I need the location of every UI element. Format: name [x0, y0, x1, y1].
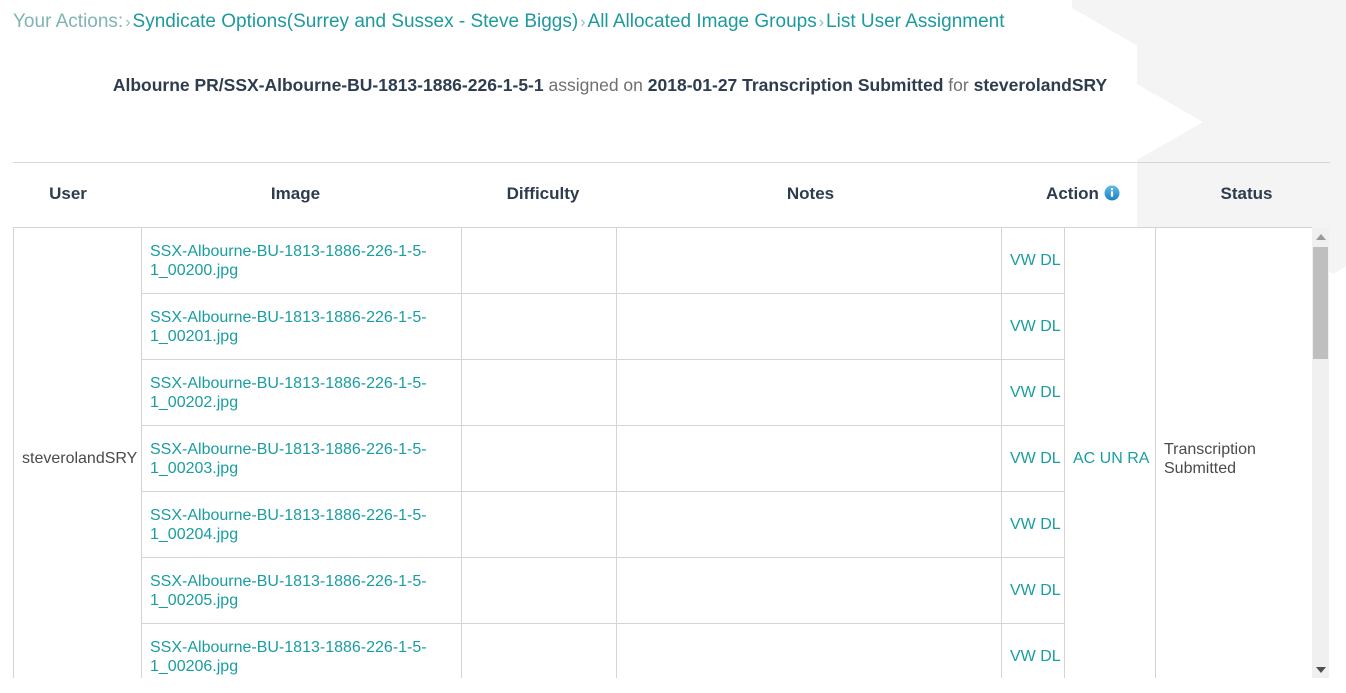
cell-notes: [616, 227, 1002, 294]
image-link[interactable]: SSX-Albourne-BU-1813-1886-226-1-5-1_0020…: [150, 639, 427, 675]
column-header-action: Action: [1003, 183, 1163, 207]
cell-status: Transcription Submitted: [1155, 227, 1312, 678]
cell-notes: [616, 557, 1002, 624]
assignment-table: steverolandSRY SSX-Albourne-BU-1813-1886…: [13, 227, 1312, 678]
scrollbar-thumb[interactable]: [1313, 247, 1328, 359]
image-link[interactable]: SSX-Albourne-BU-1813-1886-226-1-5-1_0020…: [150, 441, 427, 477]
cell-difficulty: [461, 359, 617, 426]
row-action-links[interactable]: VW DL: [1010, 252, 1061, 269]
row-action-links[interactable]: VW DL: [1010, 648, 1061, 665]
cell-difficulty: [461, 491, 617, 558]
column-header-difficulty: Difficulty: [506, 184, 580, 203]
cell-user: steverolandSRY: [13, 227, 142, 678]
cell-image: SSX-Albourne-BU-1813-1886-226-1-5-1_0020…: [141, 623, 462, 678]
cell-notes: [616, 623, 1002, 678]
row-action-links[interactable]: VW DL: [1010, 384, 1061, 401]
page-title-for: for: [948, 75, 969, 95]
image-link[interactable]: SSX-Albourne-BU-1813-1886-226-1-5-1_0020…: [150, 243, 427, 279]
table-column-headers: User Image Difficulty Notes Action Statu…: [13, 163, 1330, 226]
cell-row-actions: VW DL: [1001, 623, 1065, 678]
cell-row-actions: VW DL: [1001, 227, 1065, 294]
column-header-action-label: Action: [1046, 184, 1099, 203]
cell-difficulty: [461, 227, 617, 294]
page-title-assigned-on: assigned on: [548, 75, 643, 95]
breadcrumb-root-label: Your Actions:: [13, 11, 124, 32]
row-action-links[interactable]: VW DL: [1010, 318, 1061, 335]
cell-image: SSX-Albourne-BU-1813-1886-226-1-5-1_0020…: [141, 491, 462, 558]
row-action-links[interactable]: VW DL: [1010, 450, 1061, 467]
table-vertical-scrollbar[interactable]: [1312, 228, 1329, 678]
cell-image: SSX-Albourne-BU-1813-1886-226-1-5-1_0020…: [141, 293, 462, 360]
table-row: steverolandSRY SSX-Albourne-BU-1813-1886…: [13, 227, 1312, 678]
cell-notes: [616, 425, 1002, 492]
breadcrumb-separator: ›: [125, 14, 131, 31]
cell-difficulty: [461, 425, 617, 492]
breadcrumb-separator: ›: [818, 14, 825, 31]
row-action-links[interactable]: VW DL: [1010, 582, 1061, 599]
status-text: Transcription Submitted: [1164, 440, 1256, 477]
cell-image: SSX-Albourne-BU-1813-1886-226-1-5-1_0020…: [141, 557, 462, 624]
column-header-status: Status: [1220, 184, 1273, 203]
column-header-user: User: [49, 184, 87, 203]
cell-notes: [616, 491, 1002, 558]
image-link[interactable]: SSX-Albourne-BU-1813-1886-226-1-5-1_0020…: [150, 375, 427, 411]
image-link[interactable]: SSX-Albourne-BU-1813-1886-226-1-5-1_0020…: [150, 507, 427, 543]
cell-difficulty: [461, 293, 617, 360]
cell-notes: [616, 293, 1002, 360]
cell-row-actions: VW DL: [1001, 491, 1065, 558]
assignment-table-body: steverolandSRY SSX-Albourne-BU-1813-1886…: [13, 227, 1312, 678]
cell-group-actions: AC UN RA: [1064, 227, 1156, 678]
group-action-links[interactable]: AC UN RA: [1073, 450, 1149, 467]
page-root: Your Actions: › Syndicate Options(Surrey a…: [0, 0, 1346, 693]
cell-difficulty: [461, 623, 617, 678]
page-title-user: steverolandSRY: [973, 75, 1108, 95]
breadcrumb-link-syndicate-options[interactable]: Syndicate Options(Surrey and Sussex - St…: [133, 11, 579, 32]
page-title-date-status: 2018-01-27 Transcription Submitted: [647, 75, 944, 95]
cell-difficulty: [461, 557, 617, 624]
cell-image: SSX-Albourne-BU-1813-1886-226-1-5-1_0020…: [141, 425, 462, 492]
cell-row-actions: VW DL: [1001, 293, 1065, 360]
breadcrumb-separator: ›: [580, 14, 586, 31]
column-header-notes: Notes: [786, 184, 835, 203]
image-link[interactable]: SSX-Albourne-BU-1813-1886-226-1-5-1_0020…: [150, 573, 427, 609]
breadcrumb-link-list-user-assignment[interactable]: List User Assignment: [826, 11, 1004, 32]
scroll-up-arrow-icon[interactable]: [1312, 228, 1329, 245]
cell-image: SSX-Albourne-BU-1813-1886-226-1-5-1_0020…: [141, 227, 462, 294]
column-header-image: Image: [270, 184, 321, 203]
assignment-table-scroll-region[interactable]: steverolandSRY SSX-Albourne-BU-1813-1886…: [13, 227, 1312, 678]
breadcrumb: Your Actions: › Syndicate Options(Surrey a…: [13, 9, 1005, 36]
cell-row-actions: VW DL: [1001, 557, 1065, 624]
breadcrumb-link-all-allocated-image-groups[interactable]: All Allocated Image Groups: [588, 11, 817, 32]
cell-notes: [616, 359, 1002, 426]
cell-image: SSX-Albourne-BU-1813-1886-226-1-5-1_0020…: [141, 359, 462, 426]
image-link[interactable]: SSX-Albourne-BU-1813-1886-226-1-5-1_0020…: [150, 309, 427, 345]
cell-row-actions: VW DL: [1001, 425, 1065, 492]
cell-row-actions: VW DL: [1001, 359, 1065, 426]
page-title: Albourne PR/SSX-Albourne-BU-1813-1886-22…: [0, 72, 1346, 98]
page-title-group-name: Albourne PR/SSX-Albourne-BU-1813-1886-22…: [112, 75, 544, 95]
info-icon[interactable]: [1104, 185, 1120, 207]
scroll-down-arrow-icon[interactable]: [1312, 661, 1329, 678]
row-action-links[interactable]: VW DL: [1010, 516, 1061, 533]
